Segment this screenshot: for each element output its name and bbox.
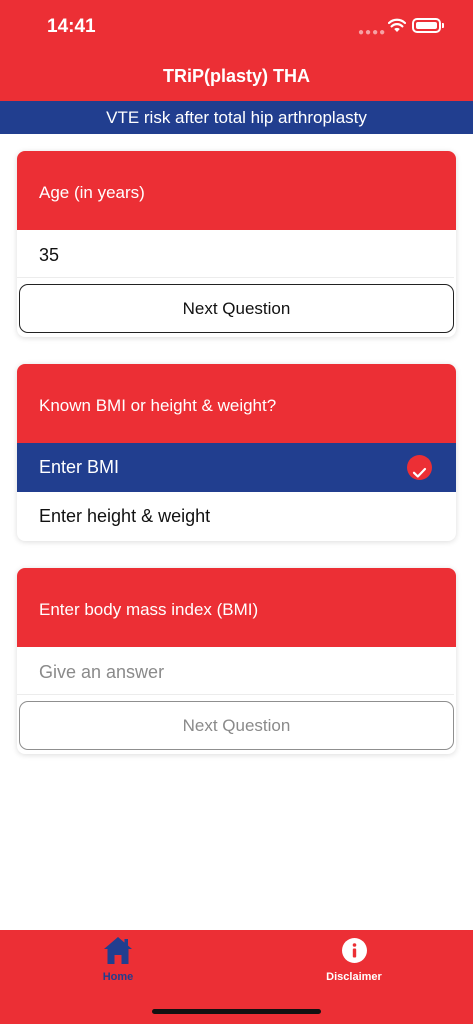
tab-home[interactable]: Home (58, 930, 178, 990)
battery-icon (412, 18, 441, 33)
age-input[interactable]: 35 (17, 230, 454, 278)
battery-tip (442, 23, 444, 28)
cellular-signal-icon: ●●●● (358, 27, 387, 38)
question-card-age: Age (in years) 35 Next Question (17, 151, 456, 337)
next-question-button-disabled[interactable]: Next Question (19, 701, 454, 750)
page-subtitle: VTE risk after total hip arthroplasty (0, 101, 473, 134)
next-question-button[interactable]: Next Question (19, 284, 454, 333)
option-label: Enter height & weight (39, 506, 211, 526)
option-enter-height-weight[interactable]: Enter height & weight (17, 492, 456, 541)
home-icon (104, 937, 132, 964)
bmi-input[interactable]: Give an answer (17, 647, 454, 695)
question-label: Enter body mass index (BMI) (17, 568, 456, 647)
tab-label: Disclaimer (326, 971, 382, 983)
option-label: Enter BMI (39, 457, 120, 477)
info-icon (342, 938, 367, 963)
tab-disclaimer[interactable]: Disclaimer (294, 930, 414, 990)
question-label: Age (in years) (17, 151, 456, 230)
home-indicator (152, 1009, 321, 1014)
status-time: 14:41 (47, 16, 96, 37)
tab-label: Home (102, 971, 134, 983)
question-card-bmi-choice: Known BMI or height & weight? Enter BMI … (17, 364, 456, 541)
question-card-bmi: Enter body mass index (BMI) Give an answ… (17, 568, 456, 754)
app-title: TRiP(plasty) THA (162, 66, 310, 86)
wifi-icon (388, 18, 406, 32)
app-header: 14:41 ●●●● TRiP(plasty) THA (0, 0, 473, 101)
option-enter-bmi[interactable]: Enter BMI (17, 443, 456, 492)
checkmark-icon (407, 455, 432, 480)
question-label: Known BMI or height & weight? (17, 364, 456, 443)
